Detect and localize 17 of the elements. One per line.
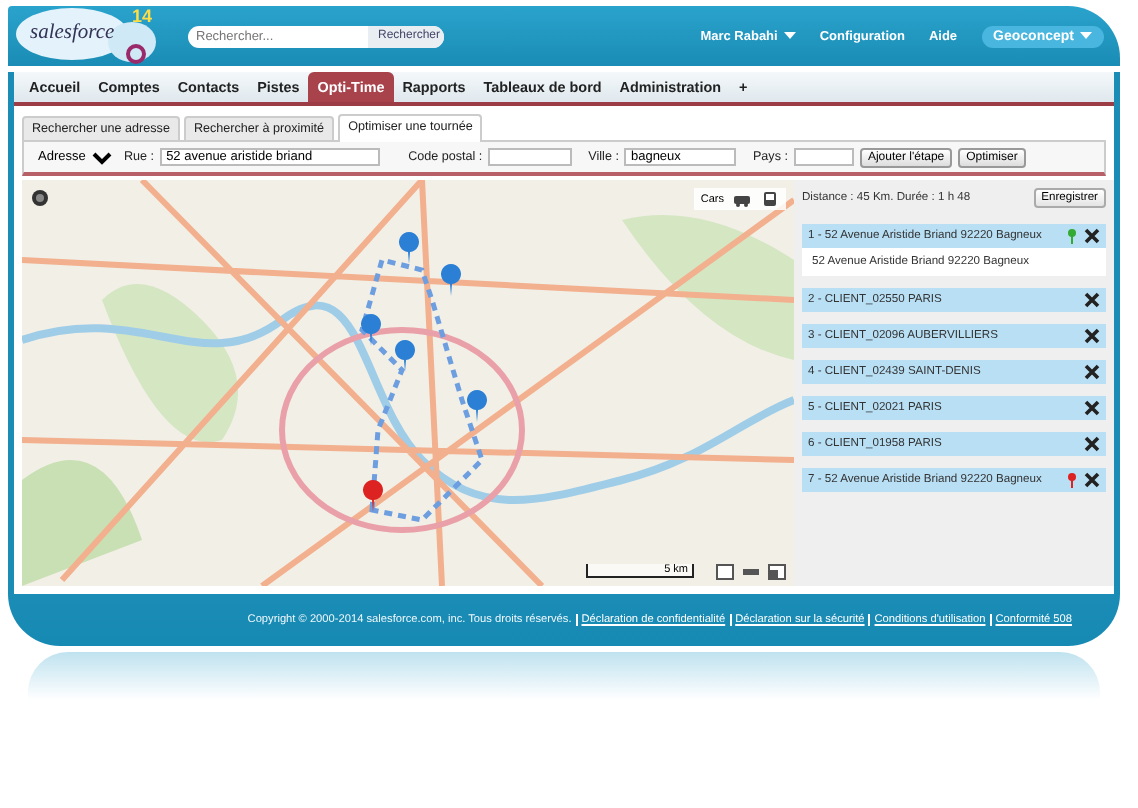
remove-icon[interactable] xyxy=(1084,292,1100,308)
logo-text: salesforce xyxy=(30,22,115,44)
input-field[interactable] xyxy=(793,148,854,166)
car-icon[interactable] xyxy=(732,190,752,208)
remove-icon[interactable] xyxy=(1084,436,1100,452)
remove-icon[interactable] xyxy=(1084,400,1100,416)
bus-icon[interactable] xyxy=(760,190,780,208)
remove-icon[interactable] xyxy=(1084,228,1100,244)
remove-icon[interactable] xyxy=(1084,364,1100,380)
compass-icon[interactable] xyxy=(30,188,50,208)
input-field[interactable] xyxy=(488,148,573,166)
release-number: 14 xyxy=(132,6,153,26)
map-view-icon[interactable] xyxy=(768,564,786,580)
caret-icon xyxy=(783,31,796,39)
remove-icon[interactable] xyxy=(1084,472,1100,488)
remove-icon[interactable] xyxy=(1084,328,1100,344)
caret-icon xyxy=(1080,31,1092,39)
